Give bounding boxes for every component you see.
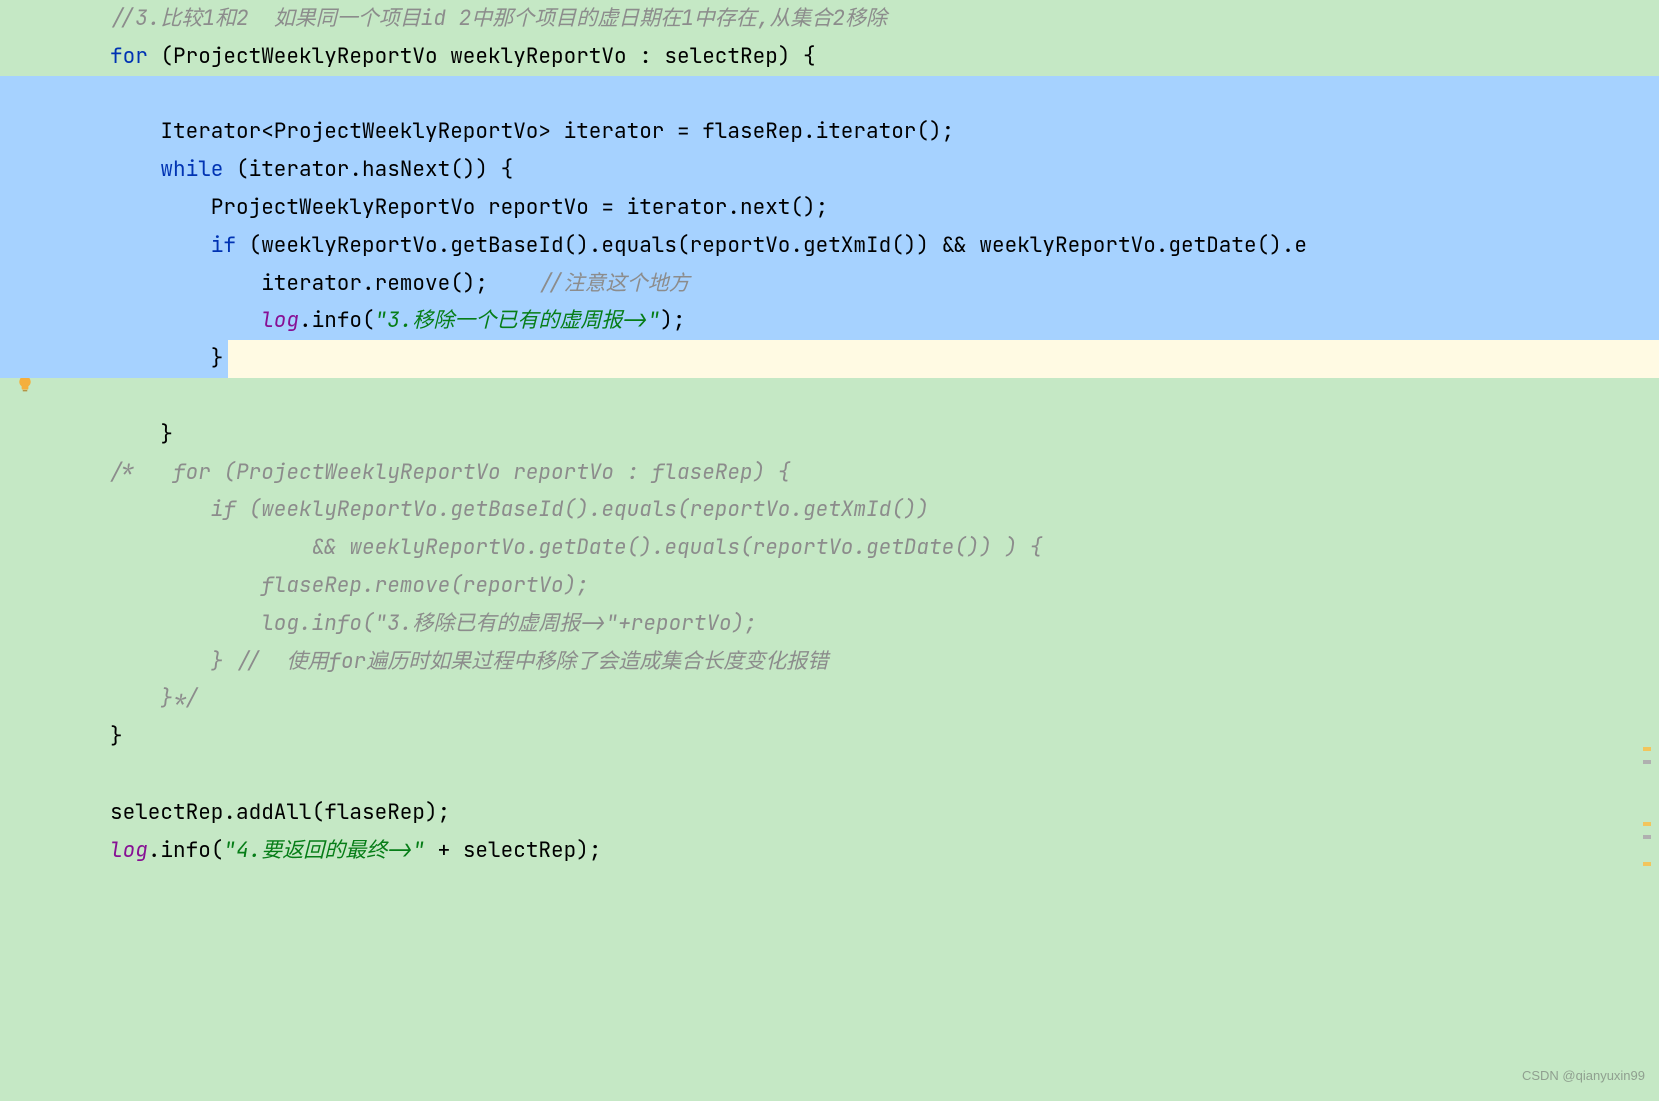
string-literal: "3.移除一个已有的虚周报->"	[375, 307, 661, 334]
code-line[interactable]: selectRep.addAll(flaseRep);	[0, 794, 1659, 832]
block-comment: if (weeklyReportVo.getBaseId().equals(re…	[110, 496, 929, 523]
code-text: .info(	[299, 307, 375, 334]
code-line[interactable]: for (ProjectWeeklyReportVo weeklyReportV…	[0, 38, 1659, 76]
code-text: (weeklyReportVo.getBaseId().equals(repor…	[236, 232, 1307, 259]
code-text: Iterator<ProjectWeeklyReportVo> iterator…	[110, 118, 954, 145]
code-line[interactable]: //3.比较1和2 如果同一个项目id 2中那个项目的虚日期在1中存在,从集合2…	[0, 0, 1659, 38]
keyword-for: for	[110, 43, 148, 70]
code-line[interactable]	[0, 76, 1659, 114]
watermark-text: CSDN @qianyuxin99	[1522, 1057, 1645, 1095]
code-text: }	[110, 723, 123, 750]
code-line[interactable]: iterator.remove(); //注意这个地方	[0, 265, 1659, 303]
code-line[interactable]: Iterator<ProjectWeeklyReportVo> iterator…	[0, 113, 1659, 151]
code-line[interactable]: ProjectWeeklyReportVo reportVo = iterato…	[0, 189, 1659, 227]
field-log: log	[110, 837, 148, 864]
string-literal: "4.要返回的最终->"	[223, 837, 425, 864]
keyword-while: while	[110, 156, 223, 183]
hint-marker[interactable]	[1643, 835, 1651, 839]
block-comment: } // 使用for遍历时如果过程中移除了会造成集合长度变化报错	[110, 648, 828, 675]
code-text: (ProjectWeeklyReportVo weeklyReportVo : …	[148, 43, 816, 70]
block-comment: log.info("3.移除已有的虚周报->"+reportVo);	[110, 610, 757, 637]
code-line[interactable]	[0, 378, 1659, 416]
comment-text: //3.比较1和2 如果同一个项目id 2中那个项目的虚日期在1中存在,从集合2…	[110, 5, 887, 32]
code-text: }	[110, 345, 223, 372]
block-comment: && weeklyReportVo.getDate().equals(repor…	[110, 534, 1042, 561]
code-text: + selectRep);	[425, 837, 601, 864]
code-content[interactable]: //3.比较1和2 如果同一个项目id 2中那个项目的虚日期在1中存在,从集合2…	[0, 0, 1659, 869]
code-line[interactable]: } // 使用for遍历时如果过程中移除了会造成集合长度变化报错	[0, 643, 1659, 681]
code-line[interactable]: log.info("3.移除一个已有的虚周报->");	[0, 302, 1659, 340]
code-line[interactable]: && weeklyReportVo.getDate().equals(repor…	[0, 529, 1659, 567]
code-line[interactable]: while (iterator.hasNext()) {	[0, 151, 1659, 189]
warning-marker[interactable]	[1643, 862, 1651, 866]
warning-marker[interactable]	[1643, 747, 1651, 751]
code-line[interactable]: if (weeklyReportVo.getBaseId().equals(re…	[0, 227, 1659, 265]
warning-marker[interactable]	[1643, 822, 1651, 826]
code-text: (iterator.hasNext()) {	[223, 156, 513, 183]
block-comment: /* for (ProjectWeeklyReportVo reportVo :…	[110, 459, 790, 486]
hint-marker[interactable]	[1643, 760, 1651, 764]
keyword-if: if	[110, 232, 236, 259]
code-line[interactable]: }	[0, 416, 1659, 454]
code-line[interactable]: flaseRep.remove(reportVo);	[0, 567, 1659, 605]
code-text: .info(	[148, 837, 224, 864]
field-log: log	[261, 307, 299, 334]
error-stripe[interactable]	[1643, 0, 1651, 1101]
code-line[interactable]	[0, 756, 1659, 794]
code-line[interactable]: if (weeklyReportVo.getBaseId().equals(re…	[0, 491, 1659, 529]
code-text: }	[110, 421, 173, 448]
code-line[interactable]: log.info("3.移除已有的虚周报->"+reportVo);	[0, 605, 1659, 643]
code-text: selectRep.addAll(flaseRep);	[110, 799, 450, 826]
code-line[interactable]: log.info("4.要返回的最终->" + selectRep);	[0, 832, 1659, 870]
code-text: iterator.remove();	[110, 270, 538, 297]
block-comment: }*/	[110, 685, 198, 712]
code-text	[110, 307, 261, 334]
code-text: );	[660, 307, 685, 334]
code-line[interactable]: }	[0, 718, 1659, 756]
code-line-current[interactable]: }	[0, 340, 1659, 378]
comment-text: //注意这个地方	[538, 270, 689, 297]
block-comment: flaseRep.remove(reportVo);	[110, 572, 589, 599]
code-line[interactable]: }*/	[0, 680, 1659, 718]
code-line[interactable]: /* for (ProjectWeeklyReportVo reportVo :…	[0, 454, 1659, 492]
code-text: ProjectWeeklyReportVo reportVo = iterato…	[110, 194, 828, 221]
code-editor[interactable]: //3.比较1和2 如果同一个项目id 2中那个项目的虚日期在1中存在,从集合2…	[0, 0, 1659, 1101]
